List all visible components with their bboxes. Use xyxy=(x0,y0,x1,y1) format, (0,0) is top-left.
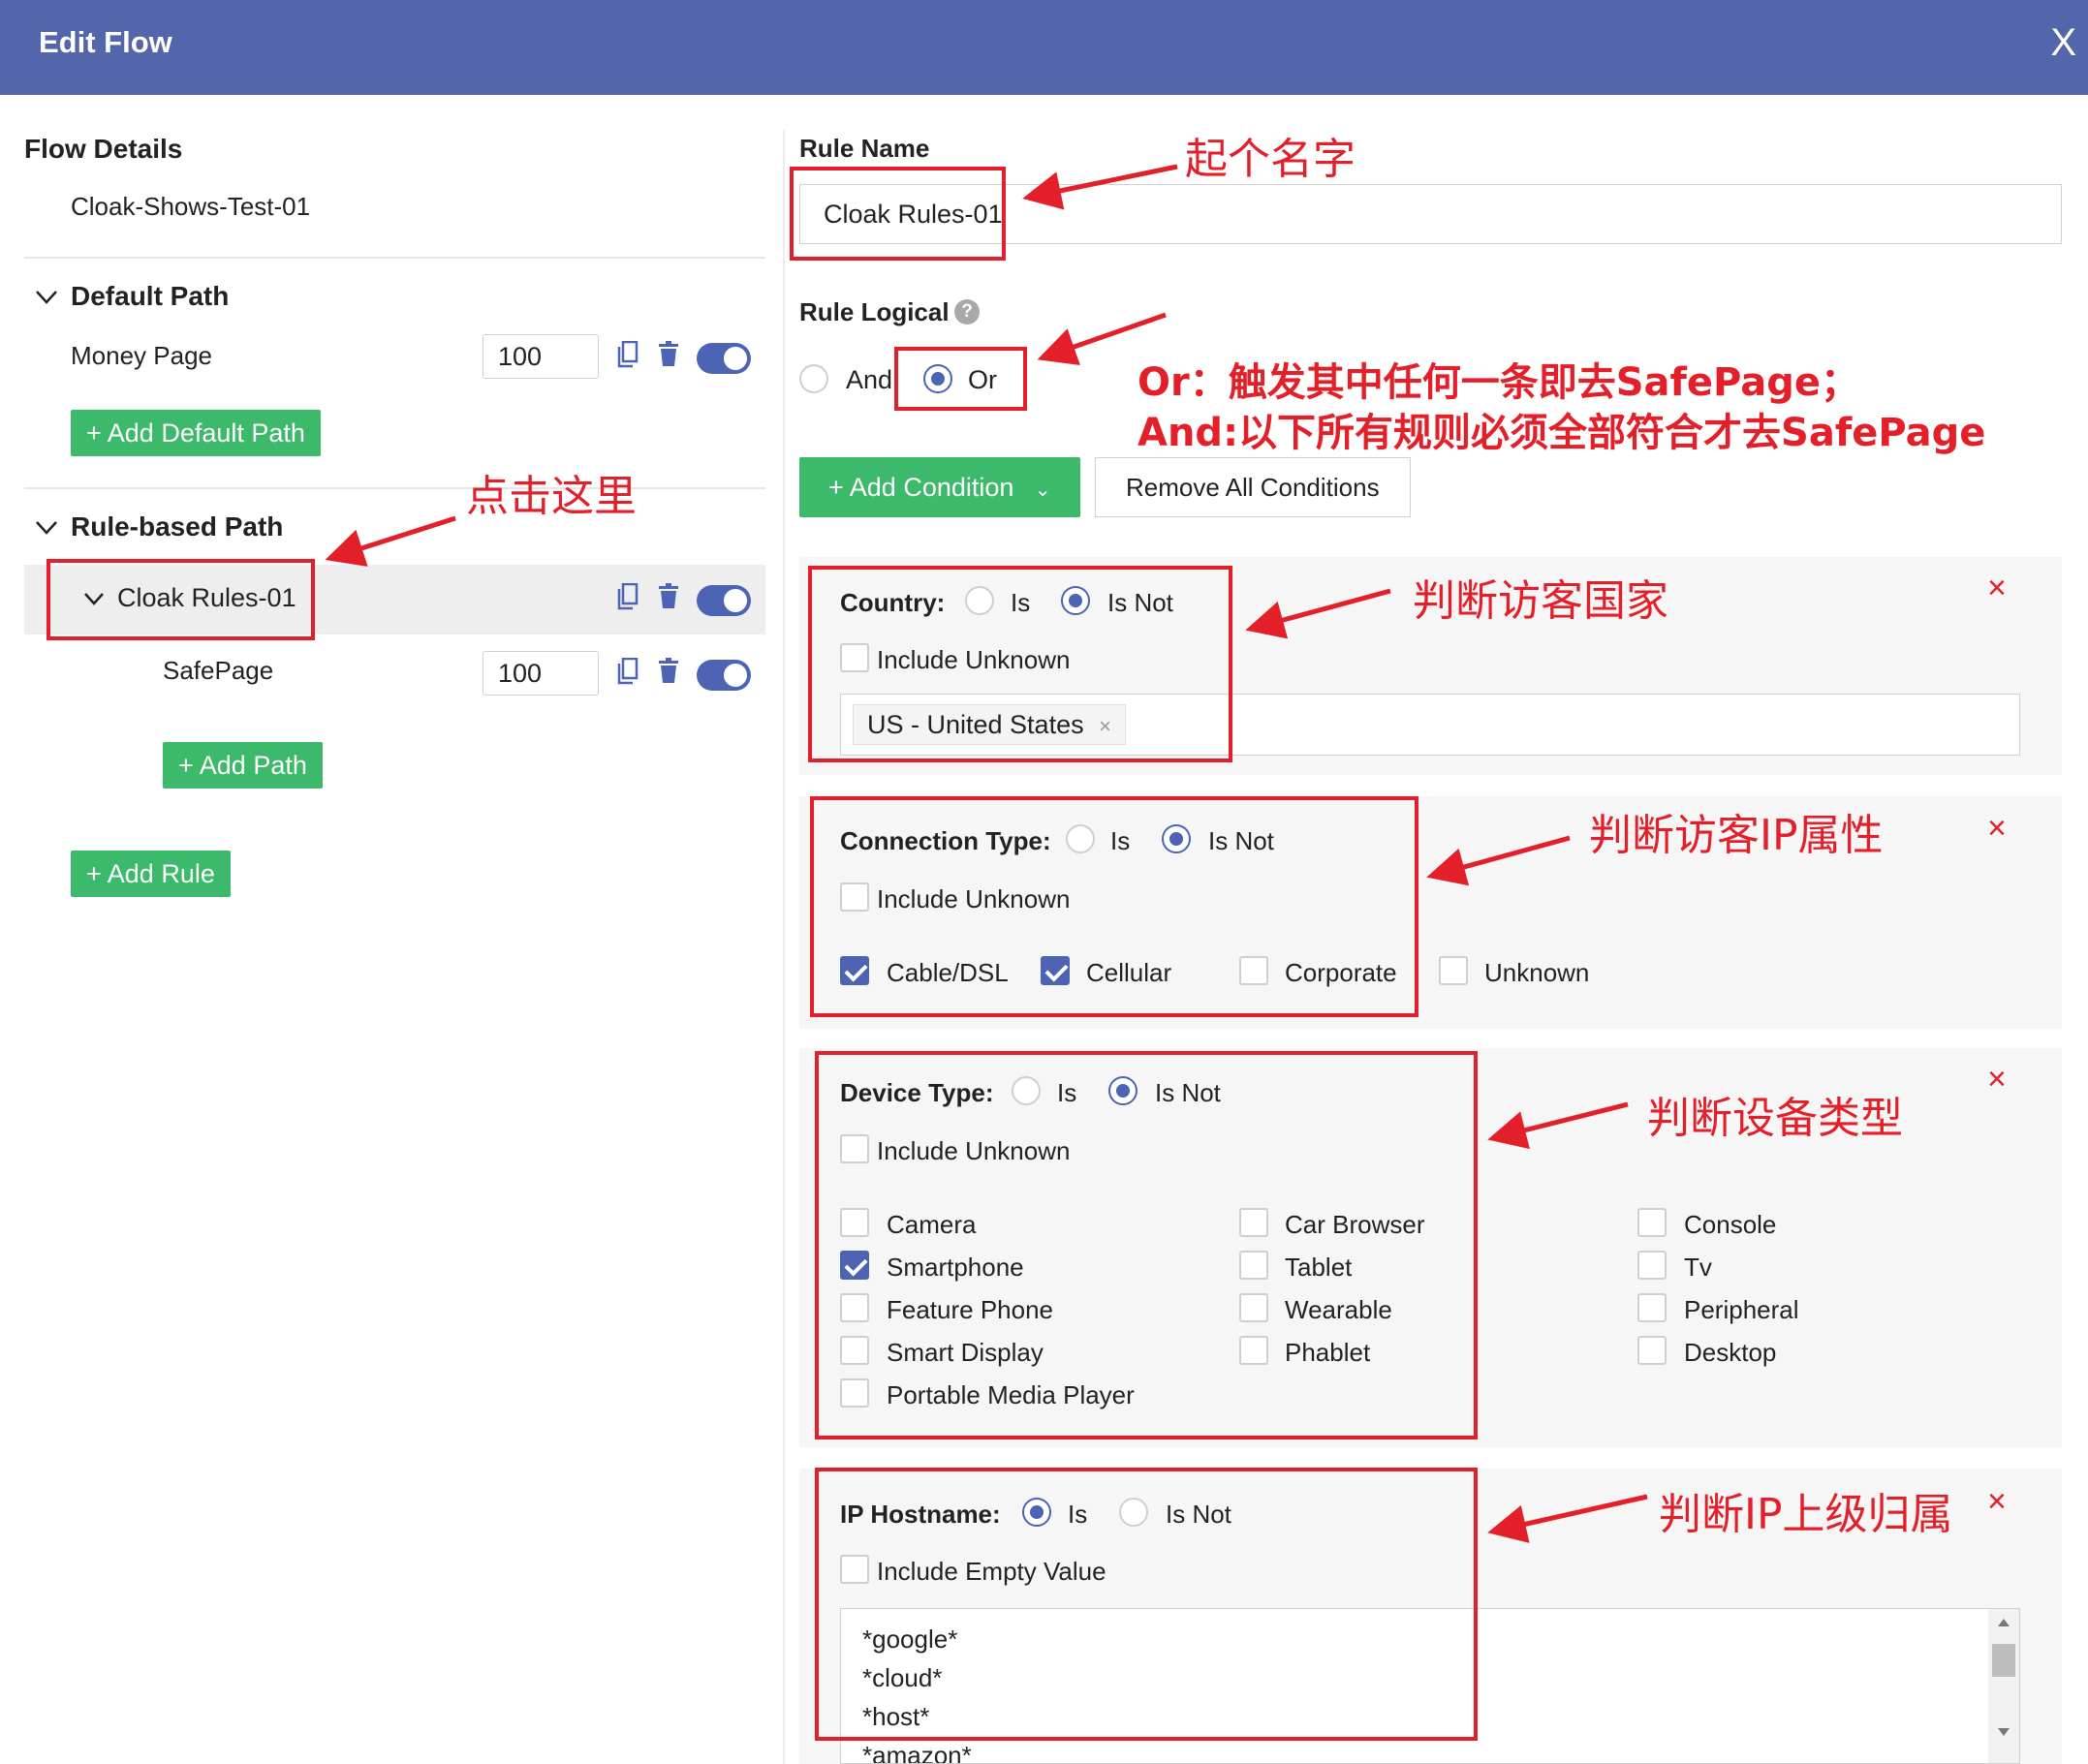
annotation-arrow xyxy=(325,515,456,567)
annotation-arrow xyxy=(1022,164,1178,210)
annotation-arrow xyxy=(1426,835,1571,886)
annotation-host-note: 判断IP上级归属 xyxy=(1659,1490,1953,1539)
annotation-device-note: 判断设备类型 xyxy=(1647,1094,1903,1143)
annotation-arrow xyxy=(1487,1101,1629,1150)
annotation-arrow xyxy=(1245,588,1391,639)
annotation-ip-note: 判断访客IP属性 xyxy=(1589,811,1884,860)
annotation-country-note: 判断访客国家 xyxy=(1413,576,1668,626)
annotation-arrow xyxy=(1487,1494,1648,1543)
annotation-and-note: And:以下所有规则必须全部符合才去SafePage xyxy=(1137,411,1986,455)
annotation-name-it: 起个名字 xyxy=(1185,135,1356,184)
annotation-or-note: Or：触发其中任何一条即去SafePage； xyxy=(1137,360,1860,405)
annotation-click-here: 点击这里 xyxy=(466,472,637,521)
